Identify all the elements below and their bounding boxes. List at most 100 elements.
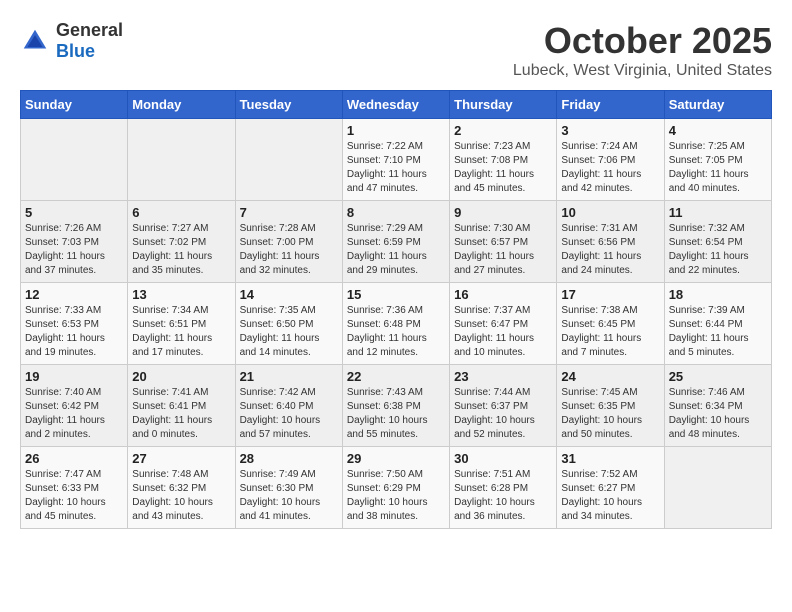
calendar-cell: 22 Sunrise: 7:43 AM Sunset: 6:38 PM Dayli… <box>342 365 449 447</box>
day-info: Sunrise: 7:26 AM Sunset: 7:03 PM Dayligh… <box>25 222 123 278</box>
day-info: Sunrise: 7:31 AM Sunset: 6:56 PM Dayligh… <box>561 222 659 278</box>
day-number: 21 <box>240 369 338 384</box>
calendar-cell: 7 Sunrise: 7:28 AM Sunset: 7:00 PM Daylig… <box>235 201 342 283</box>
day-info: Sunrise: 7:44 AM Sunset: 6:37 PM Dayligh… <box>454 386 552 442</box>
day-info: Sunrise: 7:52 AM Sunset: 6:27 PM Dayligh… <box>561 468 659 524</box>
day-number: 17 <box>561 287 659 302</box>
day-info: Sunrise: 7:24 AM Sunset: 7:06 PM Dayligh… <box>561 140 659 196</box>
day-number: 29 <box>347 451 445 466</box>
day-info: Sunrise: 7:51 AM Sunset: 6:28 PM Dayligh… <box>454 468 552 524</box>
day-number: 13 <box>132 287 230 302</box>
day-info: Sunrise: 7:36 AM Sunset: 6:48 PM Dayligh… <box>347 304 445 360</box>
calendar-cell: 16 Sunrise: 7:37 AM Sunset: 6:47 PM Dayli… <box>450 283 557 365</box>
day-info: Sunrise: 7:39 AM Sunset: 6:44 PM Dayligh… <box>669 304 767 360</box>
calendar-week-2: 5 Sunrise: 7:26 AM Sunset: 7:03 PM Daylig… <box>21 201 772 283</box>
logo-icon <box>20 26 50 56</box>
day-number: 12 <box>25 287 123 302</box>
day-info: Sunrise: 7:34 AM Sunset: 6:51 PM Dayligh… <box>132 304 230 360</box>
day-info: Sunrise: 7:27 AM Sunset: 7:02 PM Dayligh… <box>132 222 230 278</box>
day-info: Sunrise: 7:29 AM Sunset: 6:59 PM Dayligh… <box>347 222 445 278</box>
logo-general: General <box>56 20 123 40</box>
logo-text: General Blue <box>56 20 123 62</box>
calendar-table: SundayMondayTuesdayWednesdayThursdayFrid… <box>20 90 772 529</box>
calendar-cell: 27 Sunrise: 7:48 AM Sunset: 6:32 PM Dayli… <box>128 447 235 529</box>
day-number: 16 <box>454 287 552 302</box>
day-info: Sunrise: 7:37 AM Sunset: 6:47 PM Dayligh… <box>454 304 552 360</box>
calendar-cell: 6Sunrise: 7:27 AM Sunset: 7:02 PM Daylig… <box>128 201 235 283</box>
day-number: 19 <box>25 369 123 384</box>
day-number: 4 <box>669 123 767 138</box>
day-number: 8 <box>347 205 445 220</box>
calendar-cell: 8 Sunrise: 7:29 AM Sunset: 6:59 PM Daylig… <box>342 201 449 283</box>
day-number: 9 <box>454 205 552 220</box>
calendar-cell: 19 Sunrise: 7:40 AM Sunset: 6:42 PM Dayli… <box>21 365 128 447</box>
calendar-cell: 31 Sunrise: 7:52 AM Sunset: 6:27 PM Dayli… <box>557 447 664 529</box>
day-info: Sunrise: 7:40 AM Sunset: 6:42 PM Dayligh… <box>25 386 123 442</box>
day-info: Sunrise: 7:22 AM Sunset: 7:10 PM Dayligh… <box>347 140 445 196</box>
calendar-cell: 9 Sunrise: 7:30 AM Sunset: 6:57 PM Daylig… <box>450 201 557 283</box>
calendar-cell <box>235 119 342 201</box>
calendar-cell: 28 Sunrise: 7:49 AM Sunset: 6:30 PM Dayli… <box>235 447 342 529</box>
day-info: Sunrise: 7:35 AM Sunset: 6:50 PM Dayligh… <box>240 304 338 360</box>
weekday-header-monday: Monday <box>128 91 235 119</box>
day-info: Sunrise: 7:25 AM Sunset: 7:05 PM Dayligh… <box>669 140 767 196</box>
day-number: 30 <box>454 451 552 466</box>
day-info: Sunrise: 7:28 AM Sunset: 7:00 PM Dayligh… <box>240 222 338 278</box>
calendar-cell: 4 Sunrise: 7:25 AM Sunset: 7:05 PM Daylig… <box>664 119 771 201</box>
day-number: 24 <box>561 369 659 384</box>
calendar-week-5: 26Sunrise: 7:47 AM Sunset: 6:33 PM Dayli… <box>21 447 772 529</box>
location: Lubeck, West Virginia, United States <box>513 62 772 80</box>
calendar-cell: 18 Sunrise: 7:39 AM Sunset: 6:44 PM Dayli… <box>664 283 771 365</box>
logo-blue: Blue <box>56 41 95 61</box>
calendar-cell <box>128 119 235 201</box>
day-number: 2 <box>454 123 552 138</box>
calendar-cell: 11 Sunrise: 7:32 AM Sunset: 6:54 PM Dayli… <box>664 201 771 283</box>
calendar-cell: 10 Sunrise: 7:31 AM Sunset: 6:56 PM Dayli… <box>557 201 664 283</box>
day-number: 11 <box>669 205 767 220</box>
calendar-cell: 24Sunrise: 7:45 AM Sunset: 6:35 PM Dayli… <box>557 365 664 447</box>
weekday-header-saturday: Saturday <box>664 91 771 119</box>
day-info: Sunrise: 7:43 AM Sunset: 6:38 PM Dayligh… <box>347 386 445 442</box>
day-info: Sunrise: 7:32 AM Sunset: 6:54 PM Dayligh… <box>669 222 767 278</box>
day-info: Sunrise: 7:47 AM Sunset: 6:33 PM Dayligh… <box>25 468 123 524</box>
calendar-week-4: 19 Sunrise: 7:40 AM Sunset: 6:42 PM Dayli… <box>21 365 772 447</box>
page-header: General Blue October 2025 Lubeck, West V… <box>20 20 772 80</box>
day-number: 27 <box>132 451 230 466</box>
day-info: Sunrise: 7:50 AM Sunset: 6:29 PM Dayligh… <box>347 468 445 524</box>
weekday-header-sunday: Sunday <box>21 91 128 119</box>
day-number: 15 <box>347 287 445 302</box>
day-info: Sunrise: 7:30 AM Sunset: 6:57 PM Dayligh… <box>454 222 552 278</box>
calendar-cell: 30 Sunrise: 7:51 AM Sunset: 6:28 PM Dayli… <box>450 447 557 529</box>
day-info: Sunrise: 7:48 AM Sunset: 6:32 PM Dayligh… <box>132 468 230 524</box>
day-number: 5 <box>25 205 123 220</box>
weekday-header-row: SundayMondayTuesdayWednesdayThursdayFrid… <box>21 91 772 119</box>
calendar-cell: 17 Sunrise: 7:38 AM Sunset: 6:45 PM Dayli… <box>557 283 664 365</box>
calendar-cell: 26Sunrise: 7:47 AM Sunset: 6:33 PM Dayli… <box>21 447 128 529</box>
day-info: Sunrise: 7:49 AM Sunset: 6:30 PM Dayligh… <box>240 468 338 524</box>
calendar-cell: 23 Sunrise: 7:44 AM Sunset: 6:37 PM Dayli… <box>450 365 557 447</box>
title-block: October 2025 Lubeck, West Virginia, Unit… <box>513 20 772 80</box>
day-info: Sunrise: 7:42 AM Sunset: 6:40 PM Dayligh… <box>240 386 338 442</box>
day-info: Sunrise: 7:38 AM Sunset: 6:45 PM Dayligh… <box>561 304 659 360</box>
calendar-cell: 5 Sunrise: 7:26 AM Sunset: 7:03 PM Daylig… <box>21 201 128 283</box>
calendar-cell: 1 Sunrise: 7:22 AM Sunset: 7:10 PM Daylig… <box>342 119 449 201</box>
calendar-cell: 15 Sunrise: 7:36 AM Sunset: 6:48 PM Dayli… <box>342 283 449 365</box>
calendar-cell: 12Sunrise: 7:33 AM Sunset: 6:53 PM Dayli… <box>21 283 128 365</box>
day-number: 28 <box>240 451 338 466</box>
day-info: Sunrise: 7:23 AM Sunset: 7:08 PM Dayligh… <box>454 140 552 196</box>
calendar-cell: 29 Sunrise: 7:50 AM Sunset: 6:29 PM Dayli… <box>342 447 449 529</box>
calendar-week-1: 1 Sunrise: 7:22 AM Sunset: 7:10 PM Daylig… <box>21 119 772 201</box>
day-number: 10 <box>561 205 659 220</box>
day-number: 22 <box>347 369 445 384</box>
day-number: 31 <box>561 451 659 466</box>
day-number: 7 <box>240 205 338 220</box>
day-info: Sunrise: 7:41 AM Sunset: 6:41 PM Dayligh… <box>132 386 230 442</box>
calendar-cell <box>21 119 128 201</box>
day-number: 23 <box>454 369 552 384</box>
day-number: 20 <box>132 369 230 384</box>
weekday-header-wednesday: Wednesday <box>342 91 449 119</box>
day-info: Sunrise: 7:46 AM Sunset: 6:34 PM Dayligh… <box>669 386 767 442</box>
day-number: 1 <box>347 123 445 138</box>
calendar-cell: 21 Sunrise: 7:42 AM Sunset: 6:40 PM Dayli… <box>235 365 342 447</box>
day-number: 18 <box>669 287 767 302</box>
